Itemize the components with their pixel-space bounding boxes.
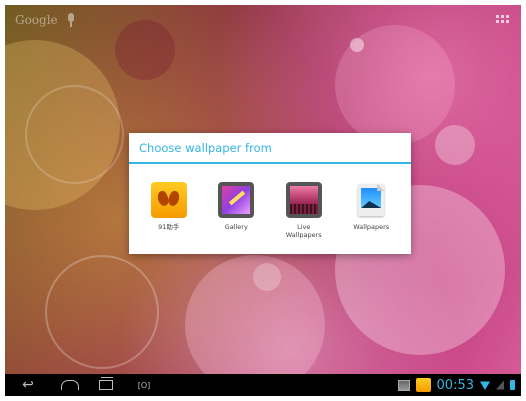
battery-icon (510, 380, 515, 390)
option-live-wallpapers[interactable]: Live Wallpapers (272, 182, 336, 239)
dialog-title: Choose wallpaper from (129, 133, 411, 164)
image-notification-icon (397, 379, 410, 391)
wallpaper-ring (25, 85, 124, 184)
wallpaper-dot (350, 38, 364, 52)
recent-apps-icon[interactable] (95, 374, 117, 396)
choose-wallpaper-dialog: Choose wallpaper from 91助手 Gallery Live … (129, 133, 411, 254)
all-apps-icon[interactable] (496, 15, 509, 24)
wallpapers-icon (353, 182, 389, 218)
status-area[interactable]: 00:53 (397, 374, 515, 396)
wifi-icon (480, 381, 490, 390)
google-search-bar[interactable]: Google (15, 13, 76, 27)
option-91-assistant[interactable]: 91助手 (137, 182, 201, 239)
clock: 00:53 (436, 377, 474, 393)
live-wallpapers-icon (285, 182, 322, 218)
wallpaper-source-options: 91助手 Gallery Live Wallpapers Wallpapers (129, 164, 411, 239)
91-assistant-notification-icon (415, 378, 431, 392)
microphone-icon[interactable] (66, 13, 76, 27)
option-gallery[interactable]: Gallery (204, 182, 268, 239)
home-icon[interactable] (57, 374, 83, 396)
screenshot-icon[interactable]: [O] (133, 374, 155, 396)
option-label: Wallpapers (353, 223, 390, 231)
wallpaper-bubble (435, 125, 475, 165)
system-navigation-bar: ↩ [O] 00:53 (5, 374, 521, 396)
option-label: Gallery (224, 223, 248, 231)
home-screen[interactable]: Google Choose wallpaper from 91助手 Galler… (5, 5, 521, 396)
back-icon[interactable]: ↩ (17, 374, 39, 396)
option-wallpapers[interactable]: Wallpapers (339, 182, 403, 239)
gallery-icon (218, 182, 255, 218)
google-search-label[interactable]: Google (15, 13, 58, 27)
91-assistant-icon (150, 182, 187, 218)
wallpaper-bubble (115, 20, 175, 80)
option-label: 91助手 (158, 223, 180, 231)
wallpaper-ring (45, 255, 159, 369)
wallpaper-dot (253, 263, 281, 291)
signal-icon (496, 380, 504, 390)
option-label: Live Wallpapers (285, 223, 322, 239)
